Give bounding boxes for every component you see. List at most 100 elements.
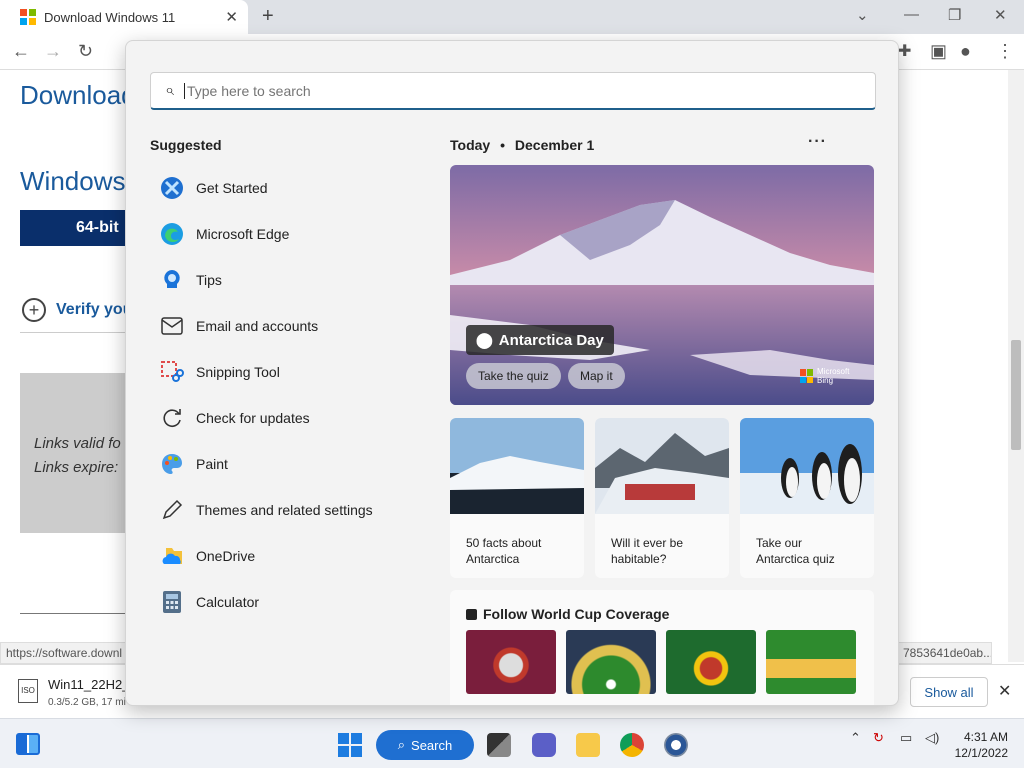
card-caption-line2: Antarctica — [466, 552, 520, 566]
tab-search-icon[interactable]: ⌄ — [856, 6, 869, 24]
clock[interactable]: 4:31 AM 12/1/2022 — [952, 729, 1008, 761]
download-progress: 0.3/5.2 GB, 17 mi — [48, 697, 126, 708]
world-cup-image[interactable] — [766, 630, 856, 694]
page-subtitle: Windows — [20, 166, 126, 196]
close-window-button[interactable]: ✕ — [994, 6, 1007, 24]
menu-icon[interactable]: ⋮ — [996, 41, 1014, 62]
map-it-button[interactable]: Map it — [568, 363, 625, 389]
teams-chat-icon[interactable] — [532, 733, 556, 757]
suggested-item-label: Paint — [196, 456, 228, 472]
widgets-icon[interactable] — [16, 733, 40, 755]
task-view-icon[interactable] — [487, 733, 511, 757]
iso-file-icon: ISO — [18, 679, 38, 703]
today-label: Today — [450, 137, 491, 153]
today-separator: • — [500, 137, 505, 153]
take-quiz-button[interactable]: Take the quiz — [466, 363, 561, 389]
card-caption-line1: 50 facts about — [466, 536, 542, 550]
bing-line2: Bing — [817, 376, 834, 385]
today-date: December 1 — [514, 137, 595, 153]
tips-icon — [160, 268, 184, 292]
edge-icon — [160, 222, 184, 246]
suggested-item-email[interactable]: Email and accounts — [150, 303, 420, 349]
plus-circle-icon: + — [22, 298, 46, 322]
suggested-item-label: Themes and related settings — [196, 502, 373, 518]
world-cup-image[interactable] — [666, 630, 756, 694]
search-icon: ⌕ — [165, 81, 174, 99]
card-caption-line1: Will it ever be — [611, 536, 684, 550]
suggested-item-label: Check for updates — [196, 410, 310, 426]
verify-link[interactable]: + Verify you — [22, 298, 132, 322]
profile-icon[interactable]: ● — [960, 41, 971, 62]
volume-icon[interactable]: ◁) — [925, 730, 939, 746]
start-search-input[interactable] — [183, 82, 824, 99]
microsoft-bing-logo: Microsoft Bing — [800, 367, 849, 385]
update-icon[interactable]: ↻ — [873, 730, 884, 746]
download-64bit-button[interactable]: 64-bit — [20, 210, 130, 246]
calculator-icon — [160, 590, 184, 614]
chevron-up-icon[interactable]: ⌃ — [850, 730, 861, 746]
links-expire-text: Links expire: — [34, 459, 119, 476]
onedrive-icon — [160, 544, 184, 568]
suggested-item-label: Get Started — [196, 180, 268, 196]
chrome-icon[interactable] — [620, 733, 644, 757]
browser-tab[interactable]: Download Windows 11 ✕ — [0, 0, 248, 34]
start-button[interactable] — [338, 733, 362, 757]
location-pin-icon: ⬤ — [476, 332, 493, 349]
show-all-button[interactable]: Show all — [910, 677, 988, 707]
forward-icon[interactable]: → — [44, 41, 62, 62]
hero-card[interactable]: ⬤ Antarctica Day Take the quiz Map it Mi… — [450, 165, 874, 405]
card-caption-line2: Antarctica quiz — [756, 552, 835, 566]
suggested-item-label: Microsoft Edge — [196, 226, 290, 242]
news-card[interactable]: Take our Antarctica quiz — [740, 418, 874, 578]
refresh-icon — [160, 406, 184, 430]
world-cup-image[interactable] — [566, 630, 656, 694]
penguins-image — [740, 418, 874, 514]
hero-title-badge[interactable]: ⬤ Antarctica Day — [466, 325, 614, 355]
world-cup-image[interactable] — [466, 630, 556, 694]
microsoft-logo-icon — [20, 9, 36, 25]
suggested-item-get-started[interactable]: Get Started — [150, 165, 420, 211]
tab-close-icon[interactable]: ✕ — [225, 8, 238, 26]
network-icon[interactable]: ▭ — [900, 730, 912, 746]
suggested-item-calculator[interactable]: Calculator — [150, 579, 420, 625]
suggested-item-snipping-tool[interactable]: Snipping Tool — [150, 349, 420, 395]
verify-label: Verify you — [56, 301, 133, 318]
start-search-box[interactable]: ⌕ — [150, 72, 876, 110]
download-file-name[interactable]: Win11_22H2_ — [48, 677, 129, 692]
clock-time: 4:31 AM — [963, 730, 1008, 744]
card-caption-line2: habitable? — [611, 552, 667, 566]
new-tab-button[interactable]: + — [262, 5, 274, 28]
file-explorer-icon[interactable] — [576, 733, 600, 757]
side-panel-icon[interactable]: ▣ — [930, 41, 947, 62]
suggested-item-paint[interactable]: Paint — [150, 441, 420, 487]
restore-button[interactable]: ❐ — [948, 6, 961, 24]
more-options-button[interactable]: ··· — [808, 133, 827, 151]
news-card[interactable]: Will it ever be habitable? — [595, 418, 729, 578]
snipping-tool-icon — [160, 360, 184, 384]
world-cup-card[interactable]: Follow World Cup Coverage — [450, 590, 874, 705]
page-scrollbar[interactable] — [1008, 70, 1024, 662]
minimize-button[interactable]: — — [904, 6, 919, 23]
suggested-item-label: Calculator — [196, 594, 260, 610]
suggested-item-label: Tips — [196, 272, 222, 288]
suggested-item-tips[interactable]: Tips — [150, 257, 420, 303]
close-download-bar-icon[interactable]: ✕ — [998, 681, 1011, 701]
suggested-item-edge[interactable]: Microsoft Edge — [150, 211, 420, 257]
reload-icon[interactable]: ↻ — [78, 41, 93, 62]
page-title: Download — [20, 80, 136, 110]
suggested-item-themes[interactable]: Themes and related settings — [150, 487, 420, 533]
suggested-item-check-updates[interactable]: Check for updates — [150, 395, 420, 441]
news-card[interactable]: 50 facts about Antarctica — [450, 418, 584, 578]
hero-title: Antarctica Day — [498, 331, 604, 349]
suggested-item-label: Email and accounts — [196, 318, 319, 334]
taskbar-search-button[interactable]: ⌕ Search — [376, 730, 474, 760]
extensions-icon[interactable]: ✚ — [898, 41, 911, 61]
suggested-list: Get Started Microsoft Edge Tips Email an… — [150, 165, 420, 625]
card-caption-line1: Take our — [756, 536, 803, 550]
tab-title: Download Windows 11 — [44, 9, 176, 25]
scrollbar-thumb[interactable] — [1011, 340, 1021, 450]
back-icon[interactable]: ← — [12, 41, 30, 62]
get-started-icon — [160, 176, 184, 200]
suggested-item-onedrive[interactable]: OneDrive — [150, 533, 420, 579]
settings-gear-icon[interactable] — [664, 733, 688, 757]
